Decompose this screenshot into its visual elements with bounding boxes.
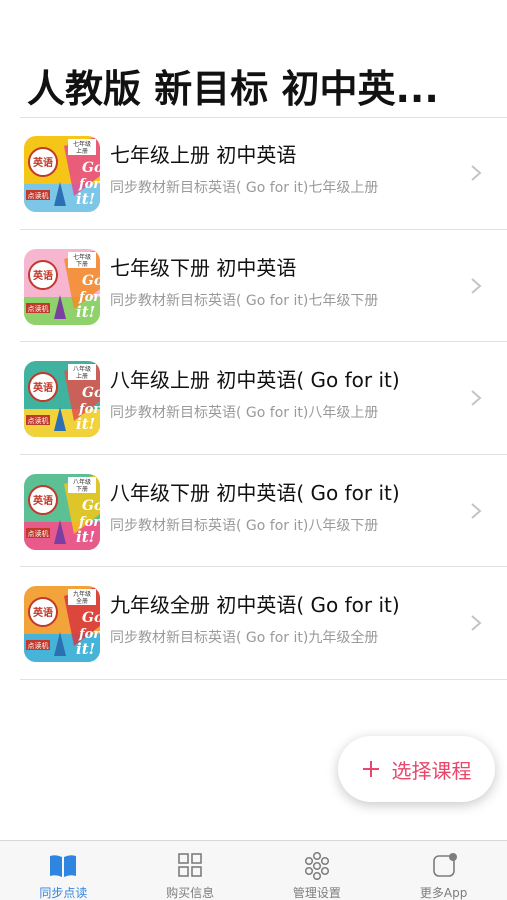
svg-text:英语: 英语 [32,156,53,169]
more-app-icon [432,853,457,877]
svg-text:Go: Go [82,273,100,289]
svg-text:Go: Go [82,160,100,176]
tab-label: 购买信息 [166,886,215,900]
plus-icon [362,761,379,777]
course-row[interactable]: Go for it! 八年级 上册 英语 点读机 八年级上册 初中英语( Go … [20,342,507,455]
svg-text:八年级: 八年级 [73,365,91,373]
course-subtitle: 同步教材新目标英语( Go for it)八年级下册 [110,517,379,534]
course-row[interactable]: Go for it! 八年级 下册 英语 点读机 八年级下册 初中英语( Go … [20,455,507,567]
svg-text:英语: 英语 [32,606,53,619]
tab-more-apps[interactable]: 更多App [380,841,507,900]
course-cover-image: Go for it! 七年级 上册 英语 点读机 [24,136,100,212]
svg-text:下册: 下册 [76,261,88,268]
course-row[interactable]: Go for it! 七年级 上册 英语 点读机 七年级上册 初中英语 同步教材… [20,117,507,230]
svg-text:Go: Go [82,385,100,401]
tab-settings[interactable]: 管理设置 [254,841,381,900]
course-subtitle: 同步教材新目标英语( Go for it)七年级下册 [110,292,379,309]
course-cover-image: Go for it! 八年级 下册 英语 点读机 [24,473,100,550]
svg-text:it!: it! [76,640,95,658]
svg-text:上册: 上册 [76,372,88,380]
course-title: 七年级下册 初中英语 [110,255,297,280]
tab-purchase-info[interactable]: 购买信息 [127,841,254,900]
chevron-right-icon [471,615,482,631]
svg-text:点读机: 点读机 [28,304,49,313]
svg-text:上册: 上册 [76,147,88,155]
svg-text:it!: it! [76,303,95,321]
select-course-label: 选择课程 [391,758,472,783]
settings-dots-icon [304,852,329,880]
chevron-right-icon [471,277,482,294]
tab-label: 管理设置 [292,886,341,900]
chevron-right-icon [471,165,482,181]
page-title: 人教版 新目标 初中英... [27,67,439,111]
svg-text:it!: it! [76,528,95,546]
svg-text:点读机: 点读机 [28,529,49,538]
tab-sync-reading[interactable]: 同步点读 [0,841,127,900]
grid-icon [178,853,202,877]
svg-text:八年级: 八年级 [73,478,91,486]
tab-bar: 同步点读 购买信息 管理设置 更多App [0,840,507,900]
svg-text:英语: 英语 [32,381,53,394]
svg-text:英语: 英语 [32,494,53,507]
book-icon [50,855,77,877]
tab-label: 同步点读 [39,886,88,900]
svg-text:it!: it! [76,415,95,433]
chevron-right-icon [471,502,482,519]
svg-text:英语: 英语 [32,269,53,282]
svg-text:it!: it! [76,190,95,208]
course-list: Go for it! 七年级 上册 英语 点读机 七年级上册 初中英语 同步教材… [0,117,507,680]
course-title: 九年级全册 初中英语( Go for it) [110,593,400,617]
course-title: 八年级上册 初中英语( Go for it) [110,368,400,392]
select-course-button[interactable]: 选择课程 [338,736,495,802]
course-subtitle: 同步教材新目标英语( Go for it)八年级上册 [110,405,379,421]
svg-text:九年级: 九年级 [73,590,91,598]
svg-text:点读机: 点读机 [28,416,49,425]
course-cover-image: Go for it! 九年级 全册 英语 点读机 [24,586,100,662]
svg-text:Go: Go [82,498,100,514]
tab-label: 更多App [419,886,468,900]
svg-text:Go: Go [82,610,100,626]
course-subtitle: 同步教材新目标英语( Go for it)七年级上册 [110,180,379,196]
course-cover-image: Go for it! 七年级 下册 英语 点读机 [24,248,100,325]
course-title: 八年级下册 初中英语( Go for it) [110,480,400,505]
svg-text:七年级: 七年级 [73,253,91,261]
chevron-right-icon [471,390,482,406]
course-title: 七年级上册 初中英语 [110,143,297,167]
course-row[interactable]: Go for it! 九年级 全册 英语 点读机 九年级全册 初中英语( Go … [20,567,507,680]
svg-text:七年级: 七年级 [73,140,91,148]
course-row[interactable]: Go for it! 七年级 下册 英语 点读机 七年级下册 初中英语 同步教材… [20,230,507,342]
course-subtitle: 同步教材新目标英语( Go for it)九年级全册 [110,630,379,646]
svg-text:点读机: 点读机 [28,641,49,650]
course-cover-image: Go for it! 八年级 上册 英语 点读机 [24,361,100,437]
svg-text:下册: 下册 [76,486,88,493]
svg-text:点读机: 点读机 [28,191,49,200]
svg-text:全册: 全册 [76,597,88,605]
